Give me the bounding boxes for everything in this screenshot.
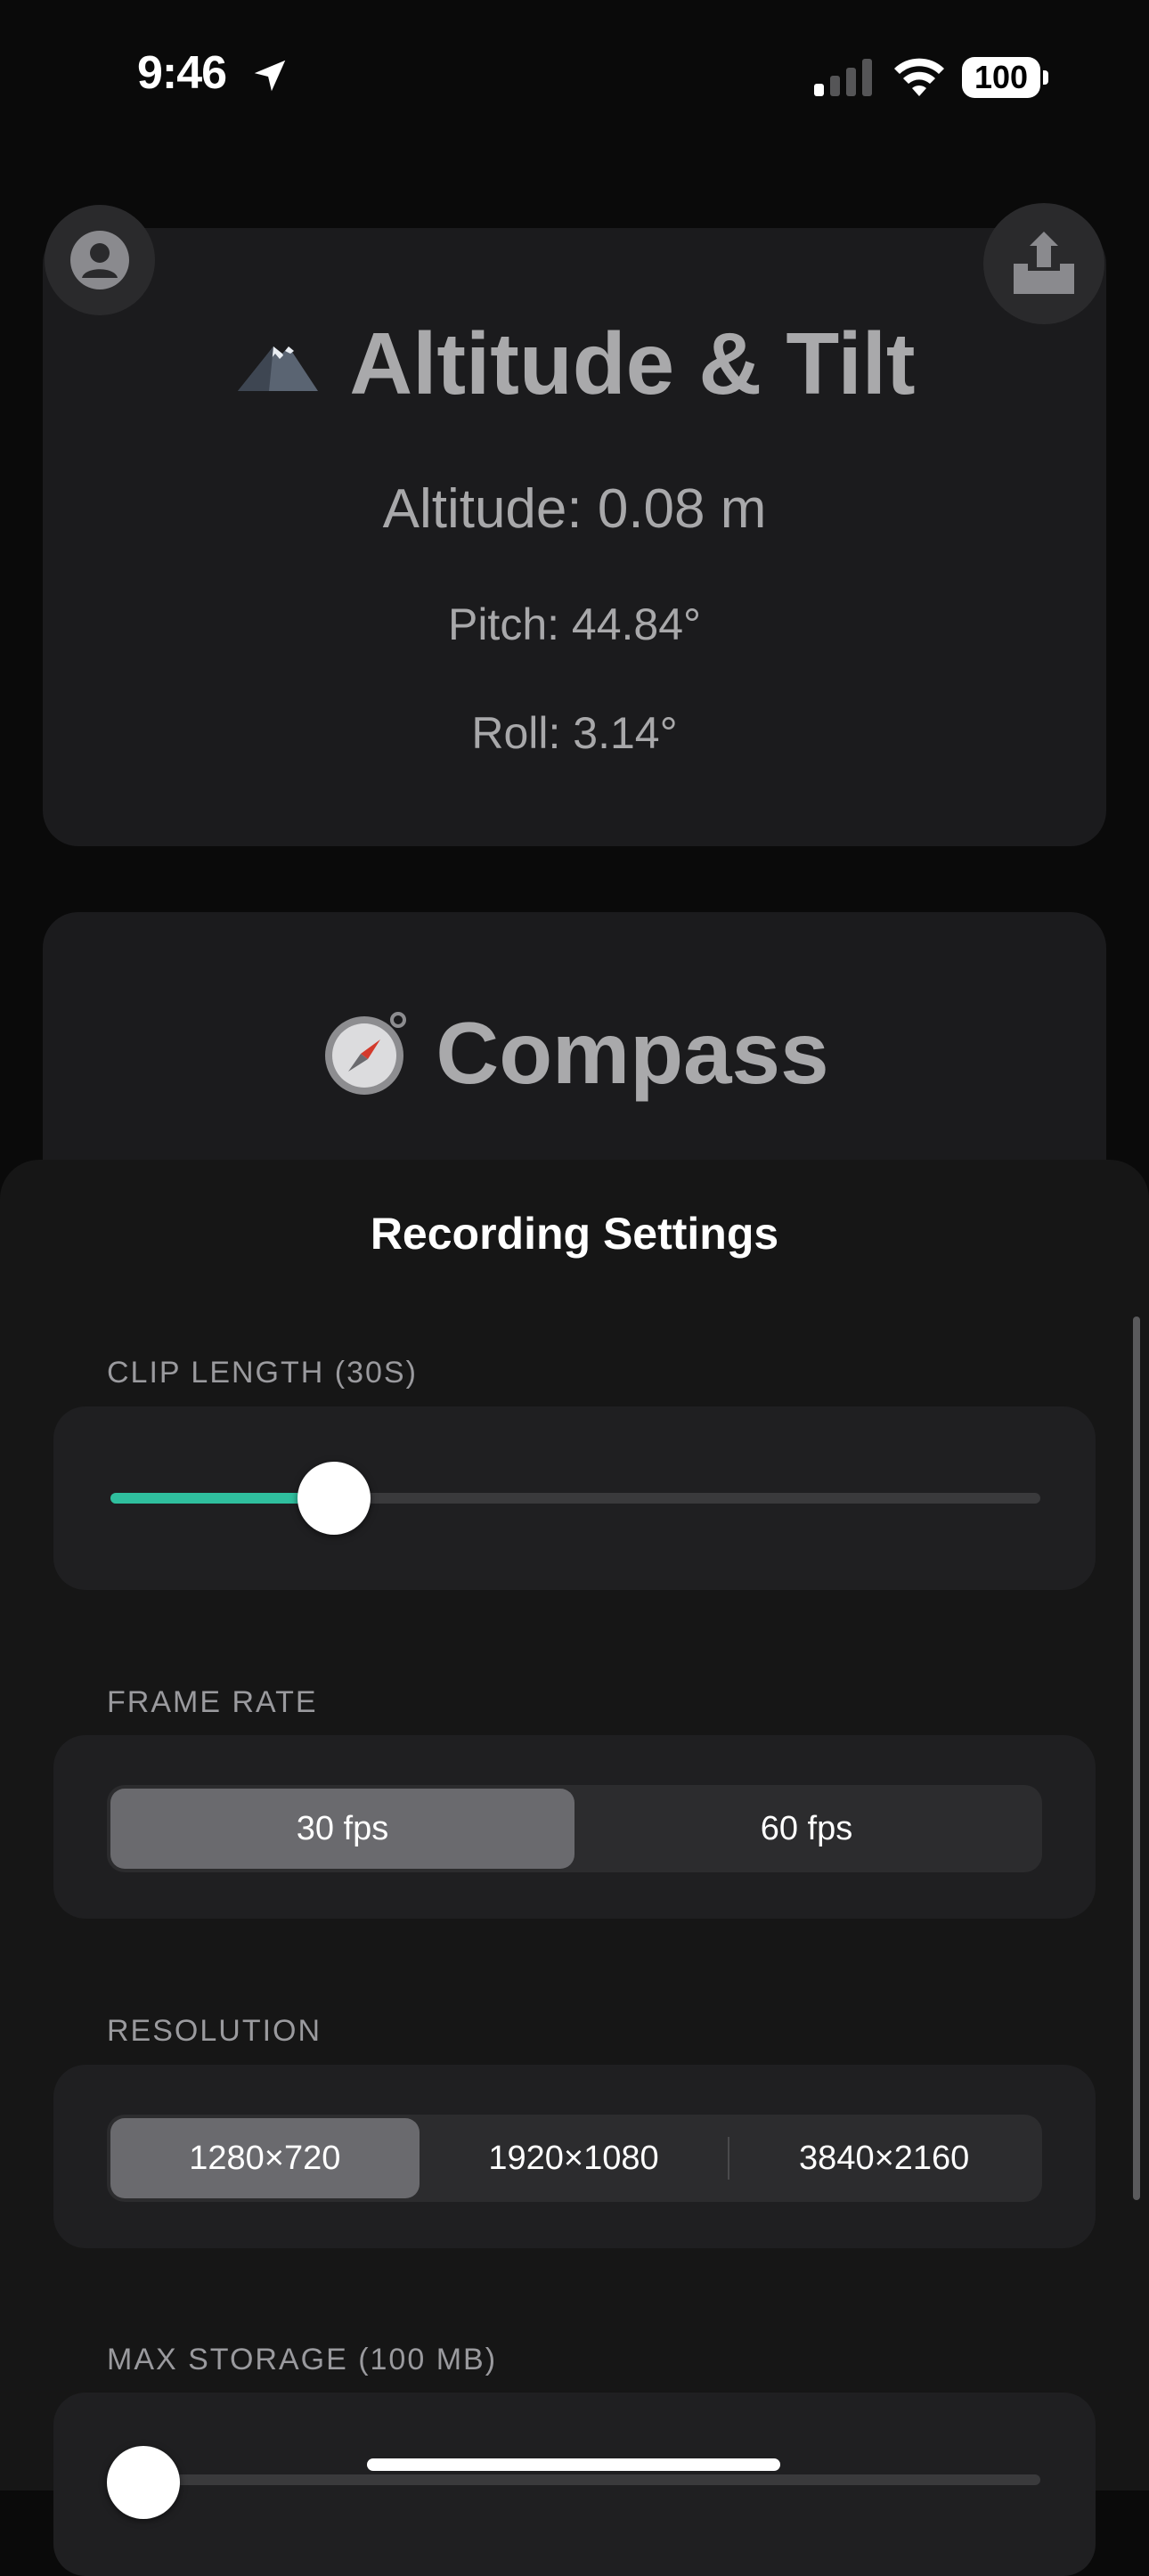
clip-length-slider-thumb[interactable] xyxy=(297,1462,371,1535)
resolution-option-1080[interactable]: 1920×1080 xyxy=(420,2118,729,2198)
share-button[interactable] xyxy=(983,203,1104,324)
resolution-option-2160[interactable]: 3840×2160 xyxy=(729,2118,1039,2198)
clip-length-slider-track[interactable] xyxy=(110,1493,1040,1504)
wifi-icon xyxy=(894,58,944,96)
person-circle-icon xyxy=(70,231,129,289)
max-storage-slider-thumb[interactable] xyxy=(107,2446,180,2519)
compass-title-row: Compass xyxy=(0,1003,1149,1104)
pitch-reading: Pitch: 44.84° xyxy=(447,599,702,649)
frame-rate-option-60[interactable]: 60 fps xyxy=(574,1789,1039,1869)
scrollbar[interactable] xyxy=(1133,1317,1140,2200)
battery-level: 100 xyxy=(962,57,1040,98)
compass-icon xyxy=(325,1011,407,1095)
home-indicator xyxy=(367,2458,780,2471)
battery-cap xyxy=(1043,70,1048,85)
frame-rate-segmented-control: 30 fps 60 fps xyxy=(107,1785,1042,1872)
profile-button[interactable] xyxy=(45,205,155,315)
cellular-signal-icon xyxy=(814,59,872,96)
max-storage-slider-track[interactable] xyxy=(110,2474,1040,2485)
resolution-option-720[interactable]: 1280×720 xyxy=(110,2118,420,2198)
compass-title: Compass xyxy=(436,1004,829,1102)
status-time: 9:46 xyxy=(137,47,227,99)
resolution-label: RESOLUTION xyxy=(107,2014,322,2048)
mountain-icon xyxy=(238,346,319,391)
resolution-segmented-control: 1280×720 1920×1080 3840×2160 xyxy=(107,2115,1042,2202)
altitude-reading: Altitude: 0.08 m xyxy=(382,478,767,540)
location-arrow-icon xyxy=(254,60,286,92)
sheet-title: Recording Settings xyxy=(370,1209,779,1259)
altitude-title-row: Altitude & Tilt xyxy=(0,314,1149,414)
share-upload-icon xyxy=(1014,232,1074,294)
altitude-title: Altitude & Tilt xyxy=(349,314,916,412)
battery-indicator: 100 xyxy=(962,57,1049,98)
frame-rate-option-30[interactable]: 30 fps xyxy=(110,1789,574,1869)
clip-length-label: CLIP LENGTH (30S) xyxy=(107,1356,418,1390)
max-storage-label: MAX STORAGE (100 MB) xyxy=(107,2343,498,2376)
roll-reading: Roll: 3.14° xyxy=(471,708,678,758)
frame-rate-label: FRAME RATE xyxy=(107,1685,318,1719)
